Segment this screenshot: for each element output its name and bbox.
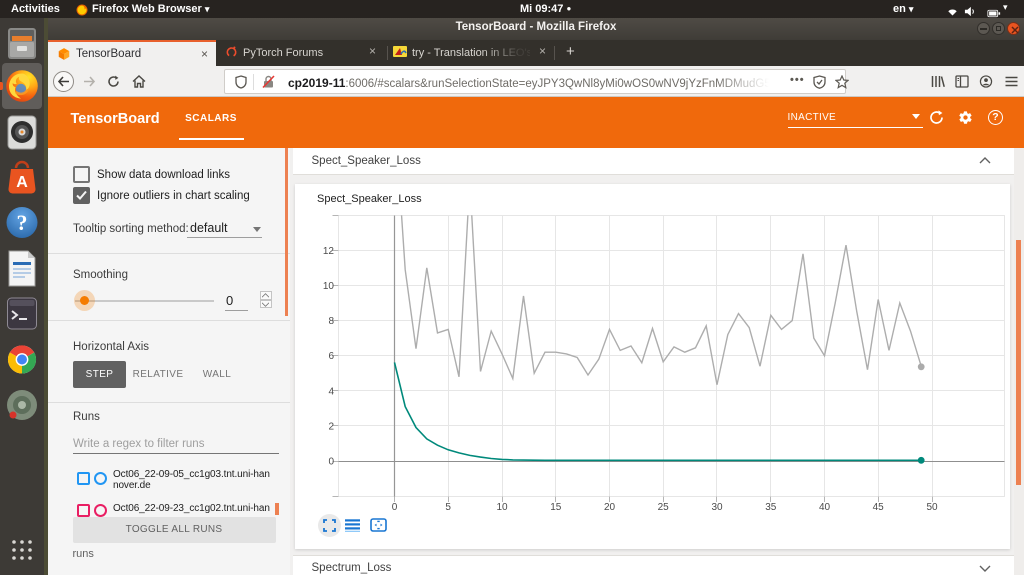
svg-text:0: 0 bbox=[391, 502, 397, 513]
svg-text:30: 30 bbox=[711, 502, 723, 513]
svg-text:8: 8 bbox=[328, 316, 334, 327]
svg-text:20: 20 bbox=[603, 502, 615, 513]
svg-text:A: A bbox=[16, 174, 28, 191]
svg-text:?: ? bbox=[17, 210, 28, 235]
svg-text:6: 6 bbox=[328, 351, 334, 362]
svg-text:12: 12 bbox=[322, 246, 334, 257]
svg-text:4: 4 bbox=[328, 386, 334, 397]
svg-text:15: 15 bbox=[550, 502, 562, 513]
svg-text:10: 10 bbox=[496, 502, 508, 513]
svg-text:0: 0 bbox=[328, 457, 334, 468]
svg-text:2: 2 bbox=[328, 421, 334, 432]
svg-text:45: 45 bbox=[872, 502, 884, 513]
svg-text:35: 35 bbox=[765, 502, 777, 513]
svg-text:50: 50 bbox=[926, 502, 938, 513]
svg-text:5: 5 bbox=[445, 502, 451, 513]
svg-text:40: 40 bbox=[818, 502, 830, 513]
svg-text:10: 10 bbox=[322, 281, 334, 292]
svg-text:25: 25 bbox=[657, 502, 669, 513]
